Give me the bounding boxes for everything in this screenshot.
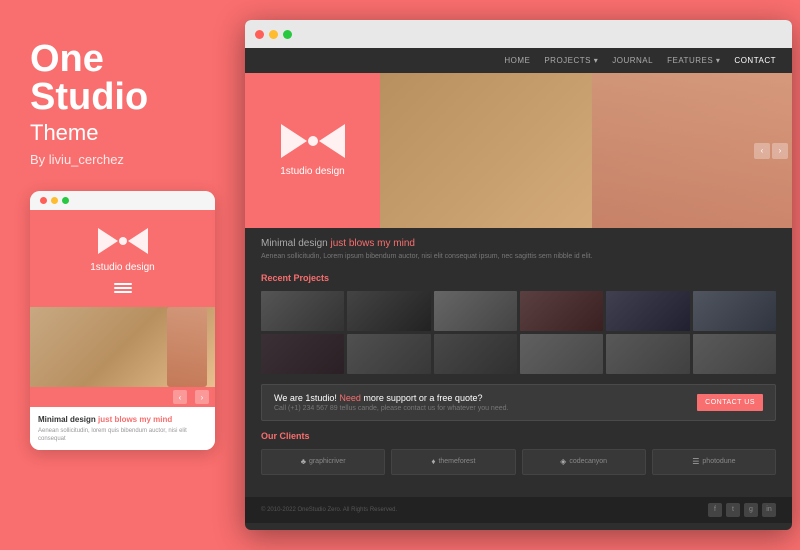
project-thumb-4[interactable]: [520, 291, 603, 331]
browser-dot-green: [283, 30, 292, 39]
social-googleplus[interactable]: g: [744, 503, 758, 517]
clients-row: ♣ graphicriver ♦ themeforest ◈ codecanyo…: [261, 449, 776, 475]
recent-projects-title: Recent Projects: [261, 273, 776, 283]
site-footer: © 2010-2022 OneStudio Zero. All Rights R…: [245, 497, 792, 523]
mobile-hamburger[interactable]: [114, 283, 132, 293]
cta-left: We are 1studio! Need more support or a f…: [274, 393, 508, 412]
cta-text-coral: Need: [339, 393, 361, 403]
tagline-coral: just blows my mind: [330, 238, 414, 249]
graphicriver-label: graphicriver: [309, 458, 346, 465]
hero-brand-text: 1studio design: [280, 166, 345, 177]
mobile-hero-section: 1studio design: [30, 210, 215, 307]
codecanyon-label: codecanyon: [569, 458, 607, 465]
mobile-dot-red: [40, 197, 47, 204]
hero-image: › ‹: [380, 73, 792, 228]
site-description: Aenean sollicitudin, Lorem ipsum bibendu…: [261, 252, 776, 263]
mobile-hero-image: [30, 307, 215, 387]
mobile-prev-arrow[interactable]: ‹: [173, 390, 187, 404]
graphicriver-icon: ♣: [301, 457, 306, 466]
social-twitter[interactable]: t: [726, 503, 740, 517]
nav-journal[interactable]: JOURNAL: [612, 56, 653, 65]
mobile-arrows: ‹ ›: [30, 387, 215, 407]
browser-content[interactable]: HOME PROJECTS ▾ JOURNAL FEATURES ▾ CONTA…: [245, 48, 792, 530]
photodune-label: photodune: [702, 458, 735, 465]
client-themeforest[interactable]: ♦ themeforest: [391, 449, 515, 475]
tagline-normal: Minimal design: [261, 238, 330, 249]
cta-text-normal2: more support or a free quote?: [361, 393, 483, 403]
cta-sub-text: Call (+1) 234 567 89 tellus cande, pleas…: [274, 405, 508, 412]
projects-grid: [261, 291, 776, 374]
client-photodune[interactable]: ☰ photodune: [652, 449, 776, 475]
project-thumb-1[interactable]: [261, 291, 344, 331]
footer-social: f t g in: [708, 503, 776, 517]
site-tagline: Minimal design just blows my mind: [261, 238, 776, 249]
menu-bar-2: [114, 287, 132, 289]
cta-contact-button[interactable]: CONTACT US: [697, 394, 763, 411]
project-thumb-8[interactable]: [347, 334, 430, 374]
mobile-topbar: [30, 191, 215, 210]
site-hero: 1studio design › ‹: [245, 73, 792, 228]
mobile-content: Minimal design just blows my mind Aenean…: [30, 407, 215, 450]
themeforest-label: themeforest: [438, 458, 475, 465]
by-line: By liviu_cerchez: [30, 152, 124, 167]
project-thumb-2[interactable]: [347, 291, 430, 331]
nav-projects[interactable]: PROJECTS ▾: [544, 56, 598, 65]
cta-banner: We are 1studio! Need more support or a f…: [261, 384, 776, 421]
browser-window: HOME PROJECTS ▾ JOURNAL FEATURES ▾ CONTA…: [245, 20, 792, 530]
site-main: Minimal design just blows my mind Aenean…: [245, 228, 792, 497]
social-linkedin[interactable]: in: [762, 503, 776, 517]
mobile-dot-yellow: [51, 197, 58, 204]
cta-text: We are 1studio! Need more support or a f…: [274, 393, 508, 403]
title-studio: Studio: [30, 78, 148, 116]
project-thumb-7[interactable]: [261, 334, 344, 374]
menu-bar-1: [114, 283, 132, 285]
mobile-dot-green: [62, 197, 69, 204]
social-facebook[interactable]: f: [708, 503, 722, 517]
clients-title: Our Clients: [261, 431, 776, 441]
hero-logo-box: 1studio design: [245, 73, 380, 228]
nav-features[interactable]: FEATURES ▾: [667, 56, 720, 65]
codecanyon-icon: ◈: [560, 457, 566, 466]
hero-next-arrow[interactable]: ›: [772, 143, 788, 159]
cta-text-normal: We are 1studio!: [274, 393, 339, 403]
mobile-next-arrow[interactable]: ›: [195, 390, 209, 404]
project-thumb-9[interactable]: [434, 334, 517, 374]
mobile-girl-image: [167, 307, 207, 387]
nav-home[interactable]: HOME: [504, 56, 530, 65]
mobile-preview: 1studio design ‹ › Minimal design just b…: [30, 191, 215, 450]
client-codecanyon[interactable]: ◈ codecanyon: [522, 449, 646, 475]
project-thumb-12[interactable]: [693, 334, 776, 374]
title-theme: Theme: [30, 120, 98, 146]
mobile-heading-normal: Minimal design: [38, 415, 98, 424]
nav-contact[interactable]: CONTACT: [734, 56, 776, 65]
mobile-heading: Minimal design just blows my mind: [38, 415, 207, 424]
client-graphicriver[interactable]: ♣ graphicriver: [261, 449, 385, 475]
mobile-brand-text: 1studio design: [90, 262, 155, 273]
menu-bar-3: [114, 291, 132, 293]
project-thumb-5[interactable]: [606, 291, 689, 331]
bowtie-icon-mobile: [98, 228, 148, 254]
left-panel: One Studio Theme By liviu_cerchez 1studi…: [0, 0, 245, 550]
title-one: One: [30, 40, 104, 78]
mobile-body-text: Aenean sollicitudin, lorem quis bibendum…: [38, 427, 207, 444]
site-nav: HOME PROJECTS ▾ JOURNAL FEATURES ▾ CONTA…: [245, 48, 792, 73]
photodune-icon: ☰: [692, 457, 699, 466]
footer-copyright: © 2010-2022 OneStudio Zero. All Rights R…: [261, 507, 397, 513]
hero-prev-arrow[interactable]: ‹: [754, 143, 770, 159]
project-thumb-6[interactable]: [693, 291, 776, 331]
mobile-heading-coral: just blows my mind: [98, 415, 172, 424]
project-thumb-11[interactable]: [606, 334, 689, 374]
themeforest-icon: ♦: [431, 457, 435, 466]
browser-topbar: [245, 20, 792, 48]
project-thumb-3[interactable]: [434, 291, 517, 331]
browser-dot-red: [255, 30, 264, 39]
browser-dot-yellow: [269, 30, 278, 39]
project-thumb-10[interactable]: [520, 334, 603, 374]
bowtie-icon-large: [281, 124, 345, 158]
